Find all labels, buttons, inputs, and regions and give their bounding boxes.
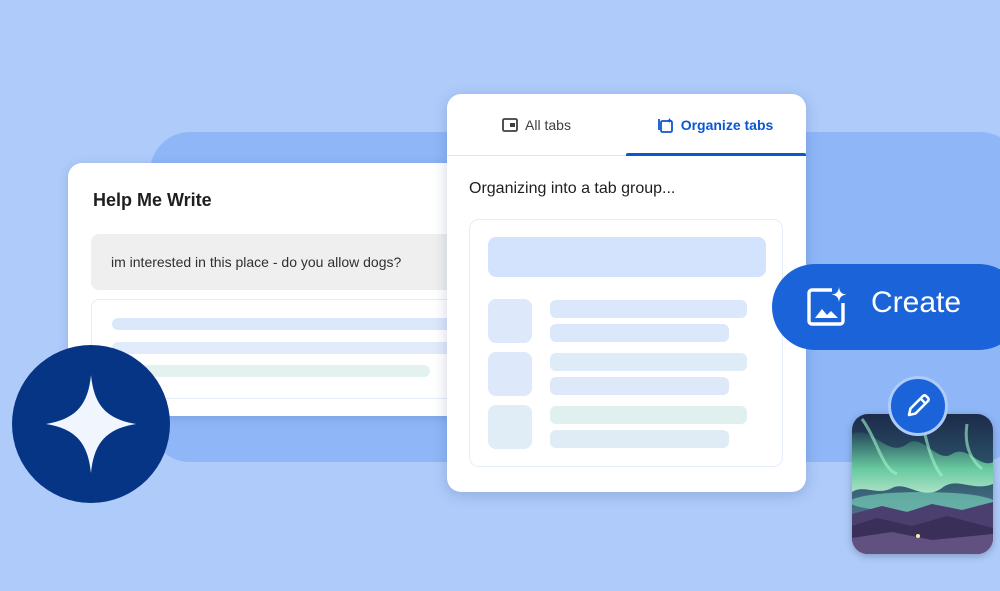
tab-all-tabs[interactable]: All tabs xyxy=(447,94,626,156)
loading-line xyxy=(550,430,729,448)
gemini-badge xyxy=(12,345,170,503)
loading-line xyxy=(112,318,452,330)
create-button[interactable]: Create xyxy=(772,264,1000,350)
organizing-status: Organizing into a tab group... xyxy=(469,180,676,197)
tab-favicon-placeholder xyxy=(488,299,532,343)
tab-organize-tabs[interactable]: Organize tabs xyxy=(626,94,805,156)
prompt-input[interactable]: im interested in this place - do you all… xyxy=(91,234,471,290)
edit-button[interactable] xyxy=(888,376,948,436)
create-button-label: Create xyxy=(871,286,962,319)
group-header-placeholder xyxy=(488,237,766,277)
tab-bar: All tabs Organize tabs xyxy=(447,94,806,156)
sparkle-star-icon xyxy=(46,375,136,473)
tab-icon xyxy=(502,118,518,132)
loading-line xyxy=(550,353,747,371)
image-sparkle-icon xyxy=(807,287,847,326)
loading-line xyxy=(550,324,729,342)
tab-organize-tabs-label: Organize tabs xyxy=(680,117,774,133)
tab-favicon-placeholder xyxy=(488,405,532,449)
tab-organizer-card: All tabs Organize tabs Organizing into a… xyxy=(447,94,806,492)
tab-favicon-placeholder xyxy=(488,352,532,396)
prompt-text: im interested in this place - do you all… xyxy=(111,254,402,270)
tab-sparkle-icon xyxy=(657,117,673,133)
tab-group-placeholder xyxy=(469,219,783,467)
loading-line xyxy=(550,300,747,318)
active-tab-indicator xyxy=(626,153,806,156)
pencil-icon xyxy=(907,394,930,417)
loading-line xyxy=(550,406,747,424)
loading-line xyxy=(112,342,452,354)
tab-all-tabs-label: All tabs xyxy=(525,117,571,133)
loading-line xyxy=(112,365,430,377)
loading-line xyxy=(550,377,729,395)
help-me-write-title: Help Me Write xyxy=(93,190,212,210)
